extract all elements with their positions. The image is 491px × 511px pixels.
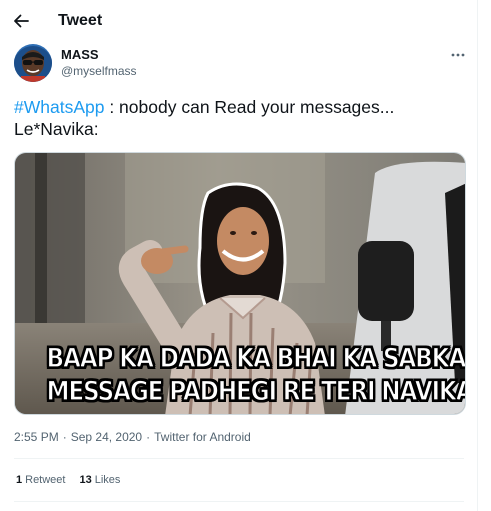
tweet-detail-panel: Tweet MASS @myselfmass #WhatsApp : nobod… bbox=[0, 0, 478, 511]
tweet-metadata: 2:55 PM · Sep 24, 2020 · Twitter for And… bbox=[14, 430, 251, 444]
divider bbox=[14, 501, 464, 502]
tweet-date-link[interactable]: Sep 24, 2020 bbox=[71, 430, 142, 444]
page-title: Tweet bbox=[58, 12, 103, 29]
author-handle[interactable]: @myselfmass bbox=[61, 64, 137, 78]
likes-stat[interactable]: 13 Likes bbox=[79, 474, 120, 486]
likes-count: 13 bbox=[79, 474, 92, 486]
meta-separator: · bbox=[146, 430, 151, 444]
meme-caption-line-2: MESSAGE PADHEGI RE TERI NAVIKA bbox=[46, 375, 466, 407]
avatar[interactable] bbox=[14, 44, 52, 82]
page-header: Tweet bbox=[0, 0, 478, 44]
author-name[interactable]: MASS bbox=[61, 47, 99, 62]
hashtag-link[interactable]: #WhatsApp bbox=[14, 97, 104, 117]
likes-label: Likes bbox=[94, 474, 121, 486]
more-horizontal-icon bbox=[451, 53, 465, 57]
tweet-line-1-text: : nobody can Read your messages... bbox=[104, 97, 395, 117]
retweets-stat[interactable]: 1 Retweet bbox=[16, 474, 65, 486]
avatar-image bbox=[14, 44, 52, 82]
tweet-line-2: Le*Navika: bbox=[14, 119, 99, 139]
retweets-label: Retweet bbox=[25, 474, 66, 486]
tweet-line-1: #WhatsApp : nobody can Read your message… bbox=[14, 96, 464, 118]
more-options-button[interactable] bbox=[447, 46, 469, 64]
tweet-time-link[interactable]: 2:55 PM bbox=[14, 430, 59, 444]
tweet-text: #WhatsApp : nobody can Read your message… bbox=[14, 96, 464, 140]
retweets-count: 1 bbox=[16, 474, 23, 486]
meme-caption-line-1: BAAP KA DADA KA BHAI KA SABKA bbox=[46, 342, 466, 374]
tweet-stats: 1 Retweet 13 Likes bbox=[16, 474, 120, 486]
divider bbox=[14, 458, 464, 459]
arrow-left-icon bbox=[14, 14, 29, 28]
meta-separator: · bbox=[62, 430, 67, 444]
back-button[interactable] bbox=[11, 11, 31, 31]
tweet-source: Twitter for Android bbox=[154, 430, 251, 444]
tweet-media-image[interactable]: BAAP KA DADA KA BHAI KA SABKA MESSAGE PA… bbox=[14, 152, 466, 415]
